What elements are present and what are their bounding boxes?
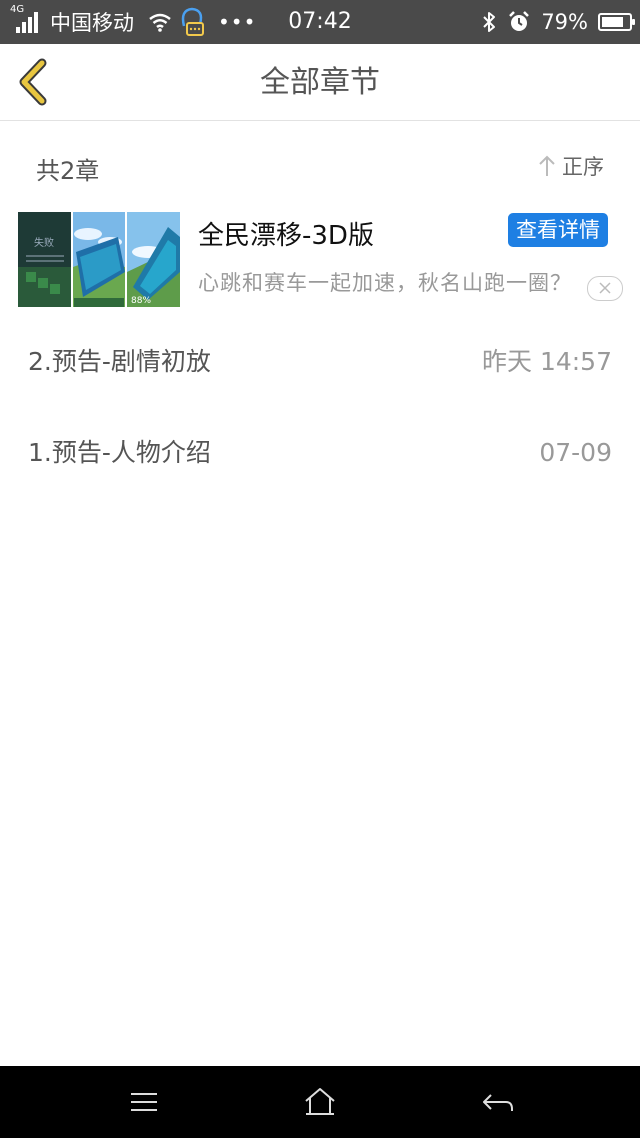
back-arrow-icon [483, 1094, 513, 1111]
chapter-title: 2.预告-剧情初放 [28, 347, 211, 376]
ad-image[interactable]: 失败 88% [18, 212, 180, 307]
ad-image-caption: 失败 [34, 236, 54, 249]
chapter-title: 1.预告-人物介绍 [28, 438, 211, 467]
chapter-item[interactable]: 2.预告-剧情初放 昨天 14:57 [0, 317, 640, 407]
page-title: 全部章节 [260, 65, 380, 100]
arrow-up-icon [539, 155, 555, 176]
battery-percent: 79% [541, 10, 588, 34]
ad-description: 心跳和赛车一起加速，秋名山跑一圈？ [198, 271, 572, 295]
sort-label: 正序 [562, 155, 604, 179]
home-icon [305, 1088, 335, 1115]
chevron-left-icon [19, 58, 47, 106]
alarm-icon [509, 11, 530, 31]
battery-icon [598, 13, 635, 31]
ad-title[interactable]: 全民漂移-3D版 [198, 215, 374, 252]
bluetooth-icon [483, 12, 496, 32]
chapter-summary: 共2章 正序 [0, 121, 640, 207]
title-bar: 全部章节 [0, 44, 640, 121]
ad-image-percent: 88% [131, 296, 151, 306]
status-right: 79% [481, 0, 635, 44]
sort-toggle[interactable]: 正序 [538, 151, 604, 181]
ad-card[interactable]: 失败 88% 全民漂移-3D版 查看详情 心跳和赛车一起加速，秋名山跑一圈？ [0, 207, 640, 311]
back-nav-button[interactable] [480, 1084, 516, 1120]
home-button[interactable] [302, 1084, 338, 1120]
close-icon [599, 282, 611, 294]
menu-button[interactable] [126, 1084, 162, 1120]
ad-thumbnail: 失败 88% [18, 212, 180, 307]
battery-level [602, 17, 623, 27]
view-details-button[interactable]: 查看详情 [508, 213, 608, 247]
system-nav-bar [0, 1066, 640, 1138]
chapter-date: 昨天 14:57 [482, 347, 612, 376]
back-button[interactable] [12, 58, 60, 106]
chapter-item[interactable]: 1.预告-人物介绍 07-09 [0, 408, 640, 498]
menu-icon [131, 1093, 157, 1111]
chapter-count: 共2章 [36, 157, 100, 185]
status-bar: 4G 中国移动 ••• 07:42 79% [0, 0, 640, 44]
ad-close-button[interactable] [587, 276, 623, 301]
chapter-date: 07-09 [539, 438, 612, 467]
